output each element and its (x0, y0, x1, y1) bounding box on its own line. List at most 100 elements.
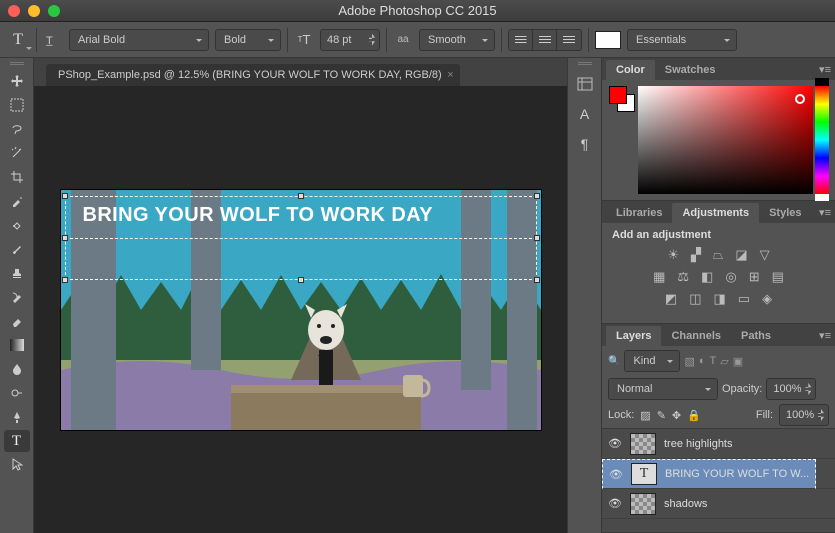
paths-tab[interactable]: Paths (731, 326, 781, 346)
panel-grip[interactable] (578, 62, 592, 66)
filter-type-icon[interactable]: T (710, 355, 717, 367)
pen-tool[interactable] (4, 406, 30, 428)
move-tool[interactable] (4, 70, 30, 92)
panel-menu-icon[interactable]: ▾≡ (819, 329, 831, 342)
paragraph-panel-icon[interactable]: ¶ (572, 132, 598, 156)
gradient-map-adj-icon[interactable]: ▭ (738, 291, 750, 307)
panel-menu-icon[interactable]: ▾≡ (819, 63, 831, 76)
visibility-toggle-icon[interactable]: 👁 (608, 437, 622, 450)
lock-position-icon[interactable]: ✥ (672, 409, 681, 422)
history-brush-tool[interactable] (4, 286, 30, 308)
posterize-adj-icon[interactable]: ◫ (689, 291, 701, 307)
font-size-field[interactable]: 48 pt (320, 29, 380, 51)
styles-tab[interactable]: Styles (759, 203, 811, 223)
mixer-adj-icon[interactable]: ⊞ (749, 269, 760, 285)
marquee-tool[interactable] (4, 94, 30, 116)
lock-paint-icon[interactable]: ✎ (657, 409, 666, 422)
history-panel-icon[interactable] (572, 72, 598, 96)
bw-adj-icon[interactable]: ◧ (701, 269, 713, 285)
lasso-tool[interactable] (4, 118, 30, 140)
spectrum-cursor[interactable] (795, 94, 805, 104)
layer-name[interactable]: tree highlights (664, 438, 829, 450)
foreground-background-swatch[interactable] (609, 86, 635, 112)
font-size-value: 48 pt (327, 34, 351, 46)
wand-tool[interactable] (4, 142, 30, 164)
toggle-orientation-icon[interactable]: T̲ (43, 30, 63, 50)
color-tab[interactable]: Color (606, 60, 655, 80)
eraser-tool[interactable] (4, 310, 30, 332)
text-align-group (508, 29, 582, 51)
layer-row[interactable]: 👁 tree highlights (602, 429, 835, 459)
align-center-button[interactable] (533, 30, 557, 50)
layers-panel: Layers Channels Paths ▾≡ 🔍 Kind ▧ ◐ T ▱ … (602, 324, 835, 533)
layer-row[interactable]: 👁 shadows (602, 489, 835, 519)
brightness-adj-icon[interactable]: ☀ (667, 247, 679, 263)
vibrance-adj-icon[interactable]: ▽ (760, 247, 770, 263)
invert-adj-icon[interactable]: ◩ (665, 291, 677, 307)
fill-field[interactable]: 100% (779, 404, 829, 426)
gradient-tool[interactable] (4, 334, 30, 356)
align-left-button[interactable] (509, 30, 533, 50)
document-tab-label: PShop_Example.psd @ 12.5% (BRING YOUR WO… (58, 69, 442, 81)
filter-shape-icon[interactable]: ▱ (720, 355, 728, 368)
type-tool[interactable]: T (4, 430, 30, 452)
filter-adj-icon[interactable]: ◐ (699, 355, 706, 367)
dodge-tool[interactable] (4, 382, 30, 404)
lock-all-icon[interactable]: 🔒 (687, 409, 701, 422)
channels-tab[interactable]: Channels (661, 326, 731, 346)
blur-tool[interactable] (4, 358, 30, 380)
adjustments-tab[interactable]: Adjustments (672, 203, 759, 223)
layers-tab[interactable]: Layers (606, 326, 661, 346)
curves-adj-icon[interactable]: ⏢ (713, 247, 723, 263)
crop-tool[interactable] (4, 166, 30, 188)
layer-list: 👁tree highlights👁TBRING YOUR WOLF TO W..… (602, 429, 835, 532)
hue-adj-icon[interactable]: ▦ (653, 269, 665, 285)
align-right-button[interactable] (557, 30, 581, 50)
heal-tool[interactable] (4, 214, 30, 236)
threshold-adj-icon[interactable]: ◨ (714, 291, 726, 307)
visibility-toggle-icon[interactable]: 👁 (608, 497, 622, 510)
opacity-value: 100% (773, 383, 801, 395)
visibility-toggle-icon[interactable]: 👁 (608, 467, 622, 480)
blend-mode-dropdown[interactable]: Normal (608, 378, 718, 400)
hue-slider[interactable] (815, 86, 829, 194)
adjustments-label: Add an adjustment (612, 229, 825, 241)
levels-adj-icon[interactable]: ▞ (691, 247, 701, 263)
font-weight-dropdown[interactable]: Bold (215, 29, 281, 51)
text-color-swatch[interactable] (595, 31, 621, 49)
filter-pixel-icon[interactable]: ▧ (684, 355, 694, 368)
document-tab[interactable]: PShop_Example.psd @ 12.5% (BRING YOUR WO… (46, 64, 460, 86)
layer-name[interactable]: colors (664, 468, 829, 480)
eyedropper-tool[interactable] (4, 190, 30, 212)
lock-transparent-icon[interactable]: ▨ (640, 409, 650, 422)
opacity-field[interactable]: 100% (766, 378, 816, 400)
selective-adj-icon[interactable]: ◈ (762, 291, 772, 307)
character-panel-icon[interactable]: A (572, 102, 598, 126)
exposure-adj-icon[interactable]: ◪ (735, 247, 747, 263)
lookup-adj-icon[interactable]: ▤ (772, 269, 784, 285)
font-family-dropdown[interactable]: Arial Bold (69, 29, 209, 51)
balance-adj-icon[interactable]: ⚖ (677, 269, 689, 285)
active-tool-indicator[interactable]: T (6, 28, 30, 52)
font-family-value: Arial Bold (78, 34, 125, 46)
libraries-tab[interactable]: Libraries (606, 203, 672, 223)
color-spectrum[interactable] (638, 86, 813, 194)
brush-tool[interactable] (4, 238, 30, 260)
panel-menu-icon[interactable]: ▾≡ (819, 206, 831, 219)
path-selection-tool[interactable] (4, 454, 30, 476)
window-titlebar: Adobe Photoshop CC 2015 (0, 0, 835, 22)
filter-kind-value: Kind (633, 355, 655, 367)
filter-smart-icon[interactable]: ▣ (733, 355, 743, 368)
layer-name[interactable]: shadows (664, 498, 829, 510)
canvas-text-layer[interactable]: BRING YOUR WOLF TO WORK DAY (83, 204, 433, 227)
canvas[interactable]: BRING YOUR WOLF TO WORK DAY (61, 190, 541, 430)
stamp-tool[interactable] (4, 262, 30, 284)
panel-grip[interactable] (10, 62, 24, 66)
workspace-switcher[interactable]: Essentials (627, 29, 737, 51)
layer-row[interactable]: 👁 colors (602, 459, 835, 489)
photo-filter-adj-icon[interactable]: ◎ (725, 269, 736, 285)
antialias-dropdown[interactable]: Smooth (419, 29, 495, 51)
swatches-tab[interactable]: Swatches (655, 60, 726, 80)
filter-kind-dropdown[interactable]: Kind (624, 350, 680, 372)
canvas-area[interactable]: BRING YOUR WOLF TO WORK DAY (34, 86, 567, 533)
